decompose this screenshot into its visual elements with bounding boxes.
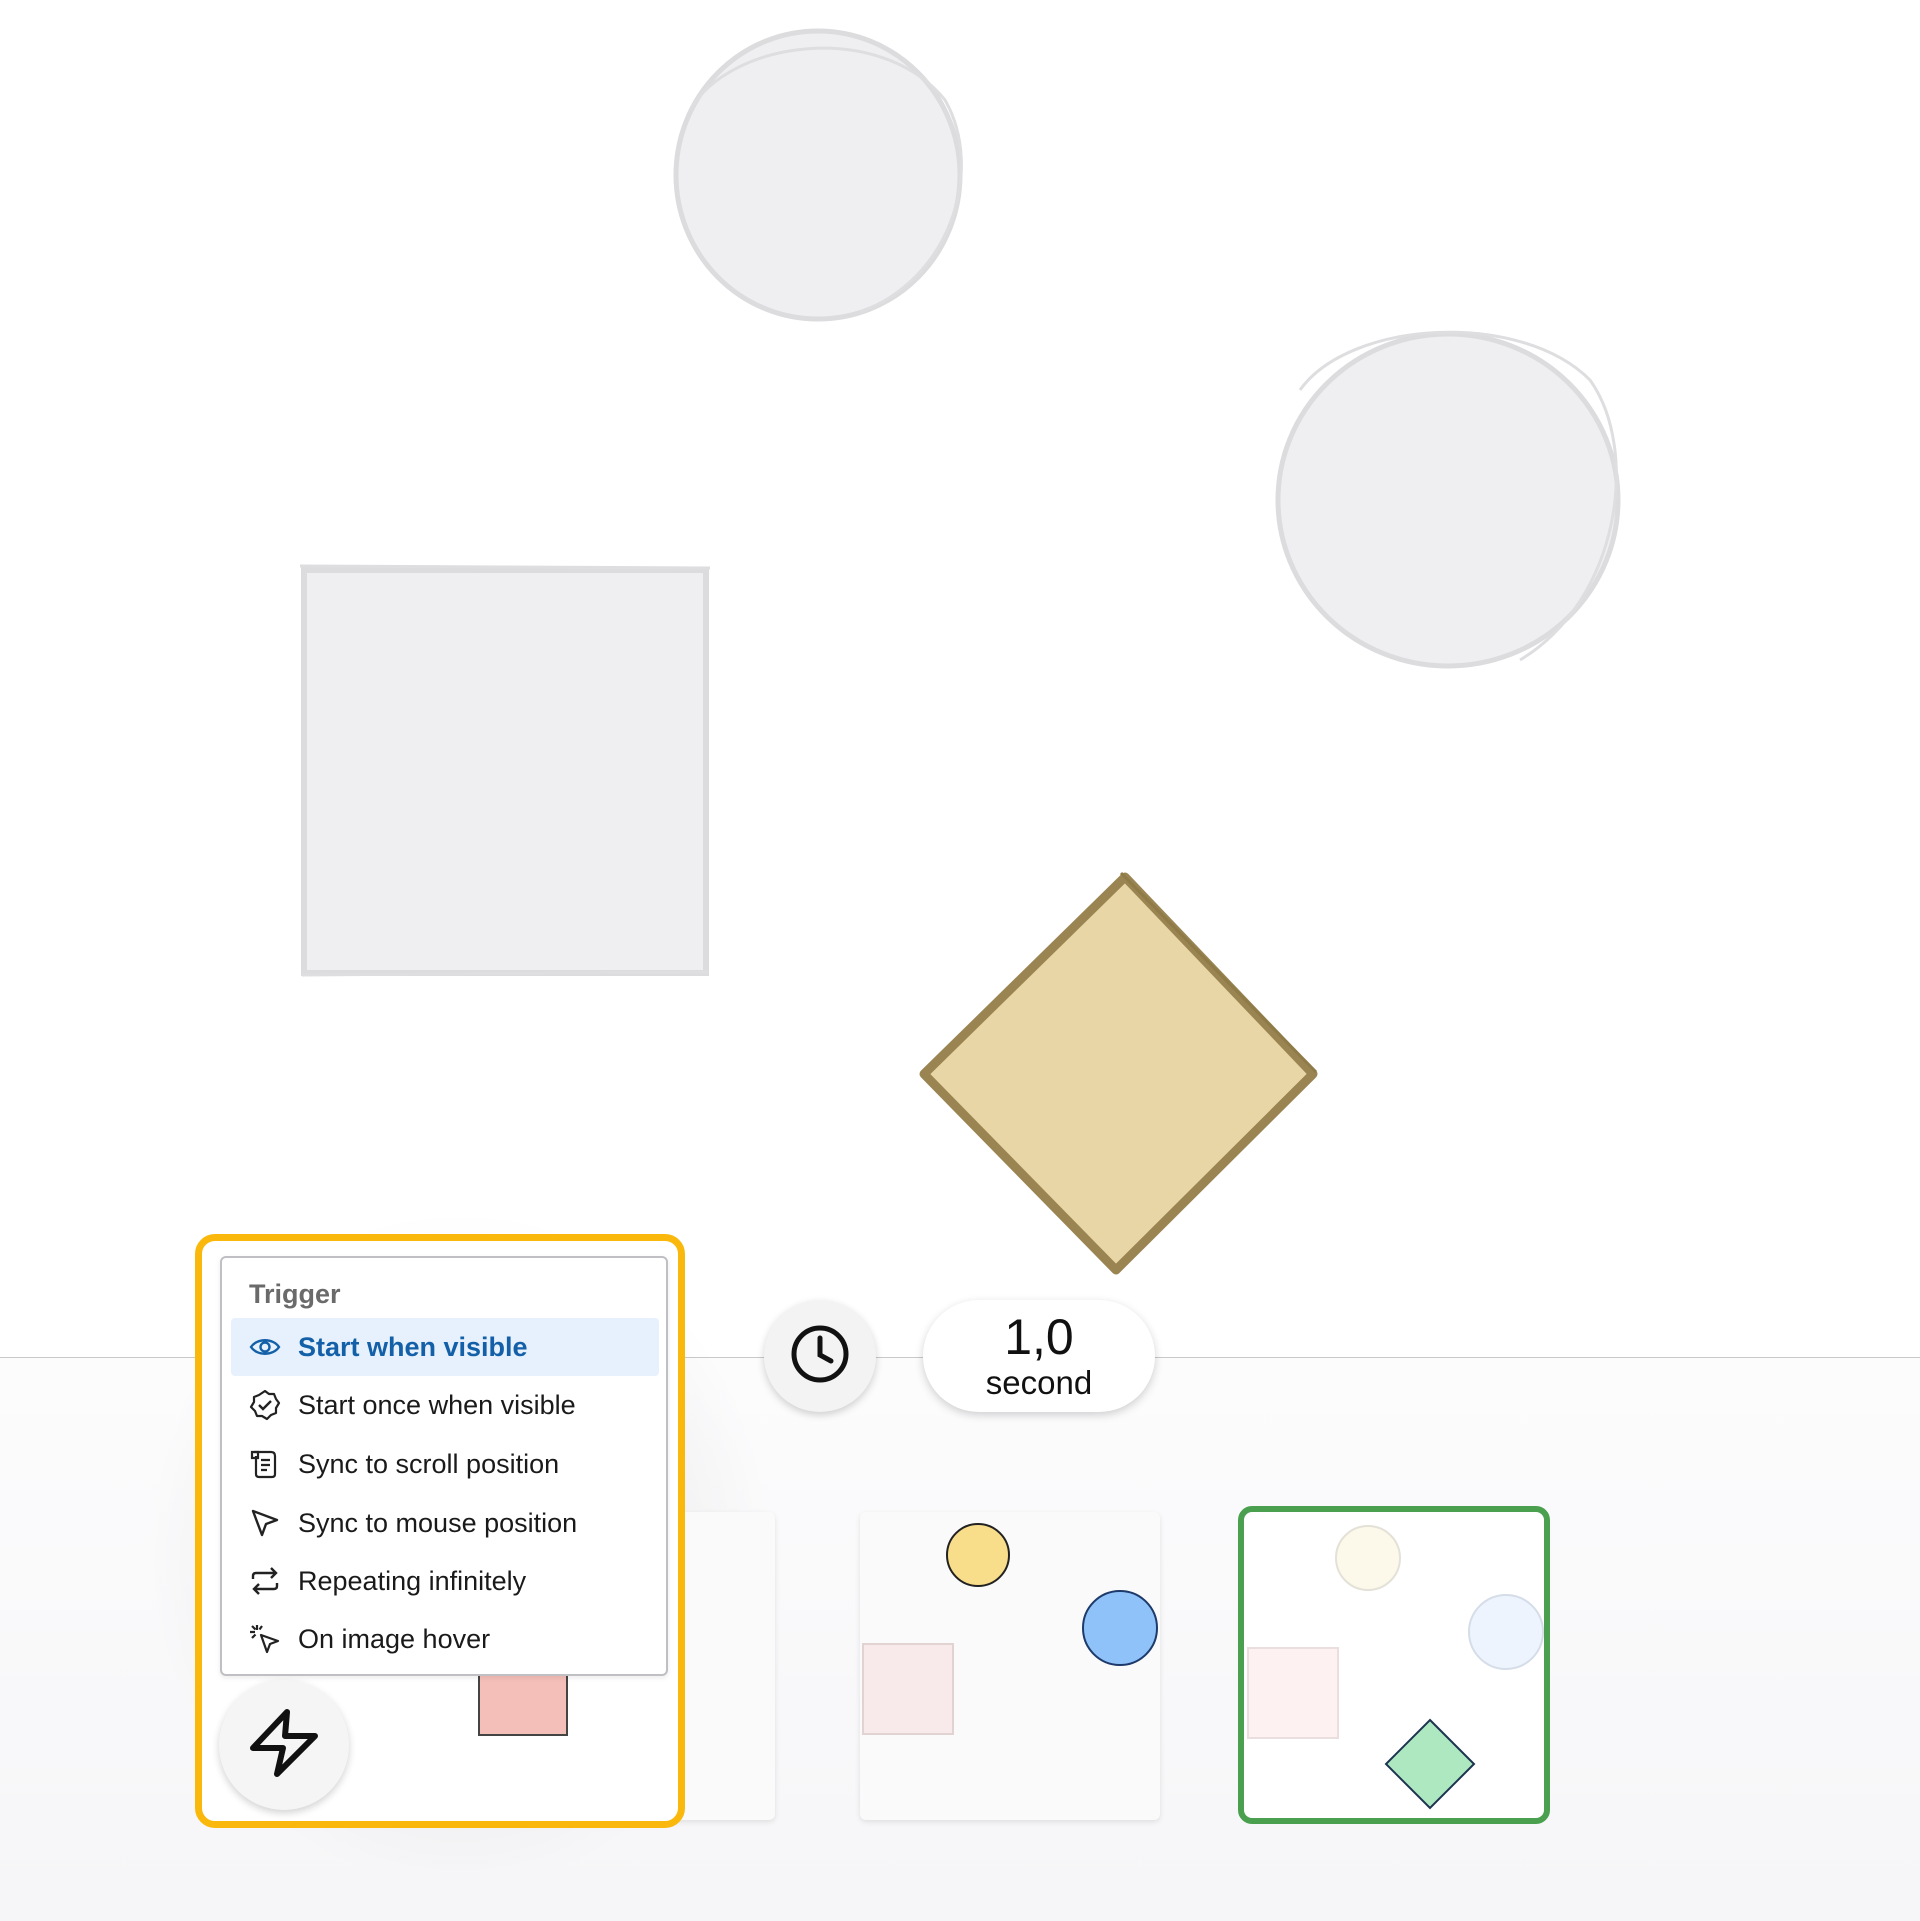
menu-item-repeating-infinitely[interactable]: Repeating infinitely: [231, 1552, 659, 1610]
animation-canvas[interactable]: [0, 0, 1920, 1357]
menu-item-sync-to-mouse[interactable]: Sync to mouse position: [231, 1494, 659, 1552]
thumb-2-shapes: [862, 1523, 1158, 1735]
menu-item-start-when-visible[interactable]: Start when visible: [231, 1318, 659, 1376]
cursor-icon: [248, 1506, 282, 1540]
ghost-circle-top: [673, 28, 963, 322]
duration-unit: second: [985, 1364, 1093, 1401]
repeat-icon: [248, 1564, 282, 1598]
lightning-icon: [247, 1708, 321, 1783]
pink-square-preview: [478, 1672, 568, 1736]
frame-thumbnail-2[interactable]: [860, 1512, 1160, 1820]
duration-control[interactable]: 1,0 second: [923, 1300, 1155, 1412]
canvas-shapes: [299, 28, 1621, 1275]
menu-item-label: Start once when visible: [298, 1389, 576, 1420]
menu-item-start-once-when-visible[interactable]: Start once when visible: [231, 1376, 659, 1434]
ghost-circle-right: [1275, 330, 1621, 669]
thumb-3-shapes: [1247, 1525, 1544, 1810]
ghost-square: [299, 564, 711, 977]
click-sparkle-icon: [248, 1622, 282, 1656]
menu-item-sync-to-scroll[interactable]: Sync to scroll position: [231, 1435, 659, 1493]
clock-icon: [789, 1323, 851, 1390]
eye-icon: [248, 1330, 282, 1364]
duration-value: 1,0: [1004, 1309, 1074, 1365]
diamond-shape: [919, 871, 1318, 1275]
check-badge-icon: [248, 1388, 282, 1422]
scroll-icon: [248, 1447, 282, 1481]
menu-item-label: Start when visible: [298, 1331, 528, 1362]
menu-title: Trigger: [249, 1279, 341, 1309]
timing-button[interactable]: [764, 1300, 876, 1412]
menu-item-on-image-hover[interactable]: On image hover: [231, 1610, 659, 1668]
menu-item-label: Repeating infinitely: [298, 1565, 527, 1596]
menu-item-label: Sync to mouse position: [298, 1507, 578, 1538]
menu-item-label: Sync to scroll position: [298, 1448, 560, 1479]
trigger-button[interactable]: [219, 1680, 349, 1810]
frame-thumbnail-3-selected[interactable]: [1238, 1506, 1550, 1824]
trigger-menu: Trigger Start when visible Start once wh…: [220, 1256, 668, 1676]
menu-item-label: On image hover: [298, 1623, 491, 1654]
